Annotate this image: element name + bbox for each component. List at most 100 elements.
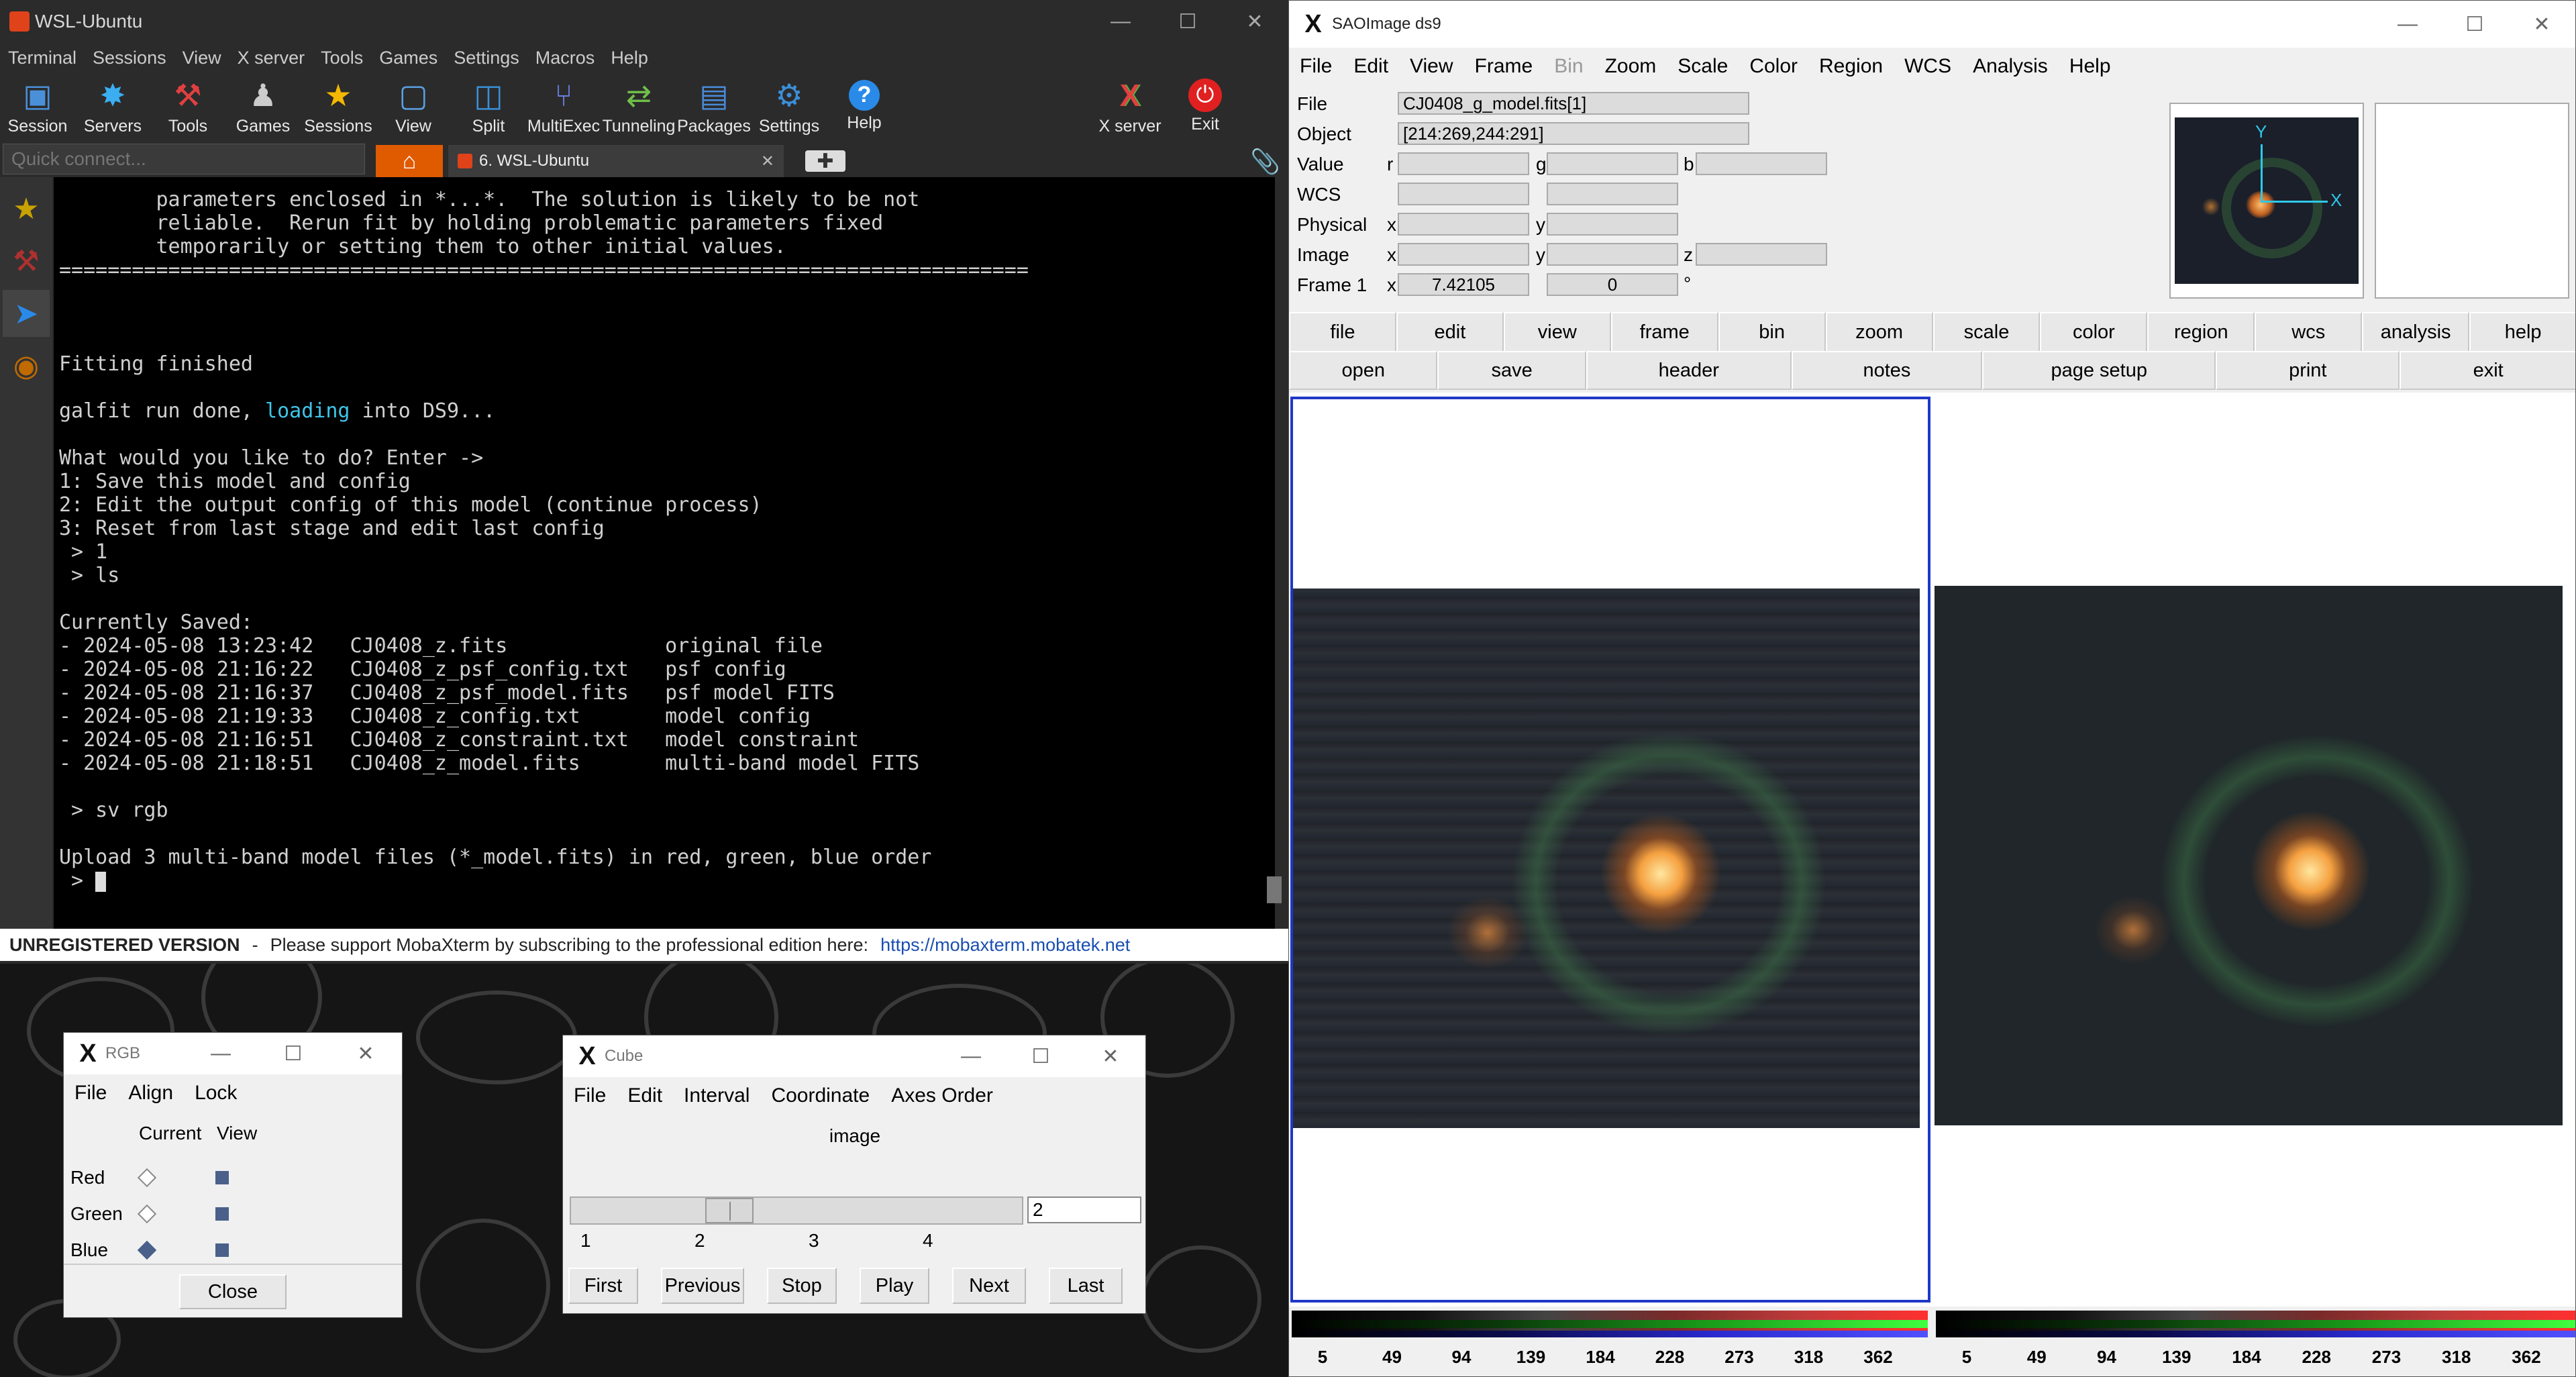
toolbar-settings-button[interactable]: ⚙ Settings <box>752 72 827 140</box>
moba-menu-games[interactable]: Games <box>371 48 446 68</box>
ds9-close-button[interactable]: ✕ <box>2508 1 2575 48</box>
rgb-maximize-button[interactable]: ☐ <box>257 1033 329 1074</box>
ds9-btn-bin[interactable]: bin <box>1718 312 1826 352</box>
ds9-menu-color[interactable]: Color <box>1739 55 1808 78</box>
cube-slider-thumb[interactable] <box>705 1198 754 1223</box>
new-tab-button[interactable]: ✚ <box>805 150 845 172</box>
ds9-btn-exit[interactable]: exit <box>2400 351 2575 390</box>
rgb-close-window-button[interactable]: ✕ <box>329 1033 402 1074</box>
moba-menu-sessions[interactable]: Sessions <box>85 48 174 68</box>
ds9-btn-file[interactable]: file <box>1289 312 1396 352</box>
ds9-btn-region[interactable]: region <box>2147 312 2255 352</box>
ds9-menu-help[interactable]: Help <box>2059 55 2122 78</box>
toolbar-games-button[interactable]: ♟ Games <box>225 72 301 140</box>
cube-minimize-button[interactable]: — <box>936 1035 1006 1077</box>
toolbar-session-button[interactable]: ▣ Session <box>0 72 75 140</box>
moba-menu-help[interactable]: Help <box>603 48 656 68</box>
cube-play-button[interactable]: Play <box>860 1268 929 1304</box>
moba-menu-terminal[interactable]: Terminal <box>0 48 85 68</box>
ds9-menu-file[interactable]: File <box>1289 55 1343 78</box>
rgb-close-button[interactable]: Close <box>179 1274 287 1309</box>
rgb-view-checkbox[interactable] <box>215 1207 229 1221</box>
moba-menu-x-server[interactable]: X server <box>229 48 313 68</box>
ds9-btn-edit[interactable]: edit <box>1396 312 1504 352</box>
toolbar-split-button[interactable]: ◫ Split <box>451 72 526 140</box>
ds9-btn-frame[interactable]: frame <box>1610 312 1718 352</box>
ds9-menu-view[interactable]: View <box>1399 55 1463 78</box>
rgb-minimize-button[interactable]: — <box>185 1033 257 1074</box>
ds9-btn-help[interactable]: help <box>2469 312 2575 352</box>
tab-wsl-ubuntu[interactable]: 6. WSL-Ubuntu ✕ <box>448 145 784 177</box>
sidebar-star-icon[interactable]: ★ <box>3 185 50 232</box>
cube-next-button[interactable]: Next <box>952 1268 1026 1304</box>
toolbar-tools-button[interactable]: ⚒ Tools <box>150 72 225 140</box>
home-tab[interactable]: ⌂ <box>376 145 443 177</box>
rgb-menu-lock[interactable]: Lock <box>184 1082 248 1105</box>
rgb-current-radio[interactable] <box>137 1168 157 1188</box>
ds9-btn-save[interactable]: save <box>1437 351 1586 390</box>
toolbar-tunneling-button[interactable]: ⇄ Tunneling <box>601 72 676 140</box>
ds9-menu-wcs[interactable]: WCS <box>1894 55 1962 78</box>
toolbar-packages-button[interactable]: ▤ Packages <box>676 72 752 140</box>
toolbar-x-server-button[interactable]: X X server <box>1092 72 1168 140</box>
ds9-menu-region[interactable]: Region <box>1808 55 1894 78</box>
close-button[interactable]: ✕ <box>1221 0 1288 43</box>
cube-menu-coordinate[interactable]: Coordinate <box>760 1084 880 1107</box>
cube-menu-edit[interactable]: Edit <box>617 1084 673 1107</box>
cube-menu-axes-order[interactable]: Axes Order <box>880 1084 1004 1107</box>
status-link[interactable]: https://mobaxterm.mobatek.net <box>880 935 1130 956</box>
cube-last-button[interactable]: Last <box>1049 1268 1123 1304</box>
cube-maximize-button[interactable]: ☐ <box>1006 1035 1076 1077</box>
rgb-view-checkbox[interactable] <box>215 1243 229 1257</box>
rgb-menu-align[interactable]: Align <box>117 1082 184 1105</box>
ds9-minimize-button[interactable]: — <box>2374 1 2441 48</box>
ds9-menu-bin[interactable]: Bin <box>1543 55 1594 78</box>
toolbar-servers-button[interactable]: ✸ Servers <box>75 72 150 140</box>
toolbar-multiexec-button[interactable]: ⑂ MultiExec <box>526 72 601 140</box>
ds9-btn-view[interactable]: view <box>1503 312 1611 352</box>
cube-previous-button[interactable]: Previous <box>661 1268 744 1304</box>
ds9-btn-color[interactable]: color <box>2040 312 2148 352</box>
toolbar-help-button[interactable]: ? Help <box>827 72 902 140</box>
moba-menu-view[interactable]: View <box>174 48 229 68</box>
ds9-menu-analysis[interactable]: Analysis <box>1962 55 2059 78</box>
ds9-menu-frame[interactable]: Frame <box>1464 55 1544 78</box>
cube-menu-interval[interactable]: Interval <box>673 1084 760 1107</box>
ds9-btn-zoom[interactable]: zoom <box>1825 312 1933 352</box>
ds9-menu-edit[interactable]: Edit <box>1343 55 1399 78</box>
panner[interactable]: Y X <box>2169 103 2364 299</box>
rgb-view-checkbox[interactable] <box>215 1171 229 1184</box>
cube-menu-file[interactable]: File <box>563 1084 617 1107</box>
ds9-menu-zoom[interactable]: Zoom <box>1594 55 1667 78</box>
ds9-menu-scale[interactable]: Scale <box>1667 55 1739 78</box>
ds9-btn-wcs[interactable]: wcs <box>2255 312 2363 352</box>
cube-first-button[interactable]: First <box>568 1268 638 1304</box>
rgb-menu-file[interactable]: File <box>64 1082 117 1105</box>
ds9-btn-page-setup[interactable]: page setup <box>1982 351 2216 390</box>
terminal-scrollbar[interactable] <box>1267 876 1282 903</box>
frame-1[interactable] <box>1290 397 1930 1303</box>
ds9-btn-analysis[interactable]: analysis <box>2362 312 2470 352</box>
ds9-maximize-button[interactable]: ☐ <box>2441 1 2508 48</box>
ds9-btn-scale[interactable]: scale <box>1933 312 2041 352</box>
maximize-button[interactable]: ☐ <box>1154 0 1221 43</box>
tab-close-icon[interactable]: ✕ <box>761 152 774 171</box>
quick-connect-input[interactable] <box>3 144 365 174</box>
cube-slice-slider[interactable] <box>570 1196 1023 1225</box>
ds9-btn-header[interactable]: header <box>1586 351 1792 390</box>
ds9-btn-notes[interactable]: notes <box>1791 351 1983 390</box>
toolbar-view-button[interactable]: ▢ View <box>376 72 451 140</box>
paperclip-icon[interactable]: 📎 <box>1250 148 1280 176</box>
frame-2[interactable] <box>1935 397 2575 1303</box>
sidebar-tools-icon[interactable]: ⚒ <box>3 238 50 285</box>
moba-menu-macros[interactable]: Macros <box>527 48 603 68</box>
toolbar-exit-button[interactable]: ⏻ Exit <box>1168 72 1243 140</box>
sidebar-sftp-icon[interactable]: ➤ <box>3 290 50 337</box>
moba-menu-tools[interactable]: Tools <box>313 48 371 68</box>
rgb-current-radio[interactable] <box>137 1240 157 1260</box>
moba-menu-settings[interactable]: Settings <box>446 48 527 68</box>
ds9-btn-open[interactable]: open <box>1289 351 1438 390</box>
minimize-button[interactable]: — <box>1087 0 1154 43</box>
terminal-output[interactable]: parameters enclosed in *...*. The soluti… <box>54 177 1275 929</box>
cube-stop-button[interactable]: Stop <box>767 1268 837 1304</box>
